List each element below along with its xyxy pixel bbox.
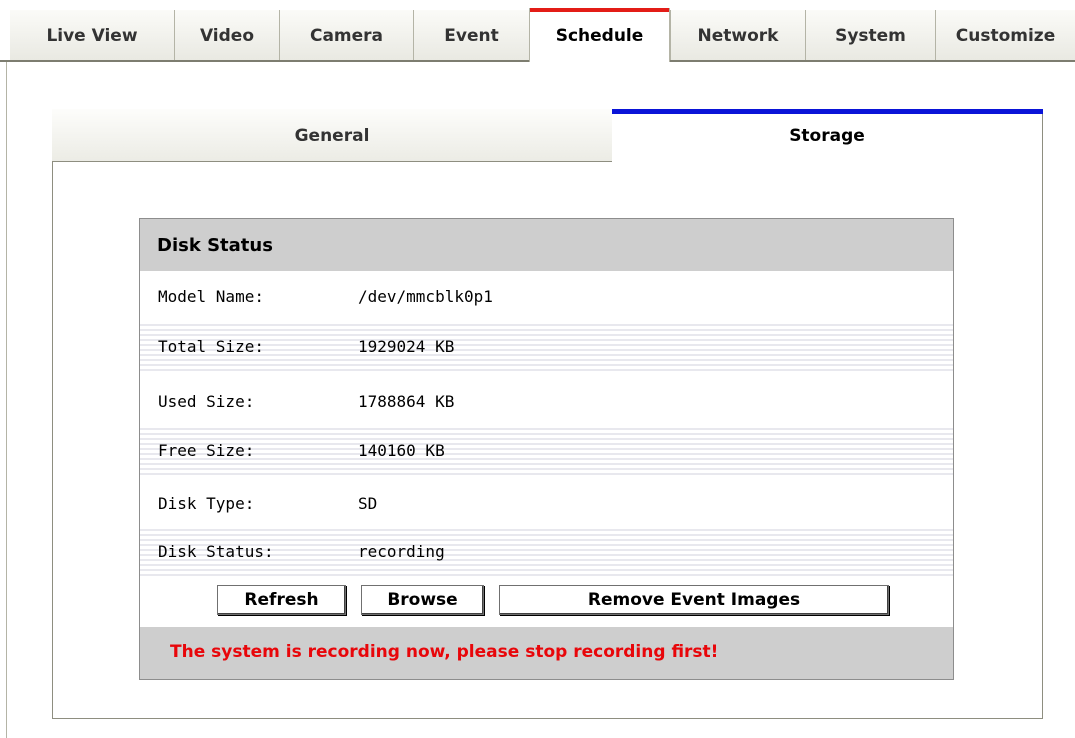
disk-row-total-size: Total Size: 1929024 KB [140,321,953,371]
content-left-border [6,62,7,738]
tab-schedule-label: Schedule [555,26,644,46]
disk-row-key: Used Size: [158,392,255,411]
tab-network[interactable]: Network [670,10,805,60]
disk-status-header: Disk Status [140,219,953,271]
tab-camera-label: Camera [309,26,384,46]
tab-camera[interactable]: Camera [279,10,413,60]
disk-row-value: recording [358,542,445,561]
disk-row-key: Total Size: [158,337,264,356]
disk-row-value: /dev/mmcblk0p1 [358,287,493,306]
tab-video-label: Video [199,26,255,46]
subtab-general[interactable]: General [52,109,612,162]
tab-system[interactable]: System [805,10,935,60]
disk-row-key: Disk Status: [158,542,274,561]
warning-bar: The system is recording now, please stop… [140,627,953,679]
disk-row-value: 1788864 KB [358,392,455,411]
tab-video[interactable]: Video [174,10,279,60]
tab-live-view-label: Live View [46,26,138,46]
disk-row-value: 1929024 KB [358,337,455,356]
subtab-storage[interactable]: Storage [612,109,1043,162]
disk-row-value: 140160 KB [358,441,445,460]
tab-live-view[interactable]: Live View [10,10,174,60]
refresh-button[interactable]: Refresh [217,585,346,615]
disk-row-disk-type: Disk Type: SD [140,478,953,528]
tab-event[interactable]: Event [413,10,529,60]
tab-system-label: System [835,26,906,46]
disk-row-disk-status: Disk Status: recording [140,526,953,576]
subtab-general-label: General [294,126,370,146]
tab-event-label: Event [444,26,499,46]
disk-row-key: Model Name: [158,287,264,306]
disk-row-free-size: Free Size: 140160 KB [140,425,953,475]
tab-customize[interactable]: Customize [935,10,1075,60]
disk-row-model-name: Model Name: /dev/mmcblk0p1 [140,271,953,321]
remove-event-images-button[interactable]: Remove Event Images [499,585,889,615]
disk-row-key: Free Size: [158,441,255,460]
disk-row-value: SD [358,494,378,513]
disk-status-title: Disk Status [157,235,273,256]
tab-network-label: Network [697,26,779,46]
disk-row-key: Disk Type: [158,494,255,513]
disk-row-used-size: Used Size: 1788864 KB [140,376,953,426]
browse-button[interactable]: Browse [361,585,484,615]
subtab-storage-label: Storage [789,126,865,146]
recording-warning-text: The system is recording now, please stop… [170,642,719,662]
main-nav-tabs: Live View Video Camera Event Schedule Ne… [0,0,1075,62]
tab-customize-label: Customize [955,26,1056,46]
tab-schedule[interactable]: Schedule [529,8,670,62]
